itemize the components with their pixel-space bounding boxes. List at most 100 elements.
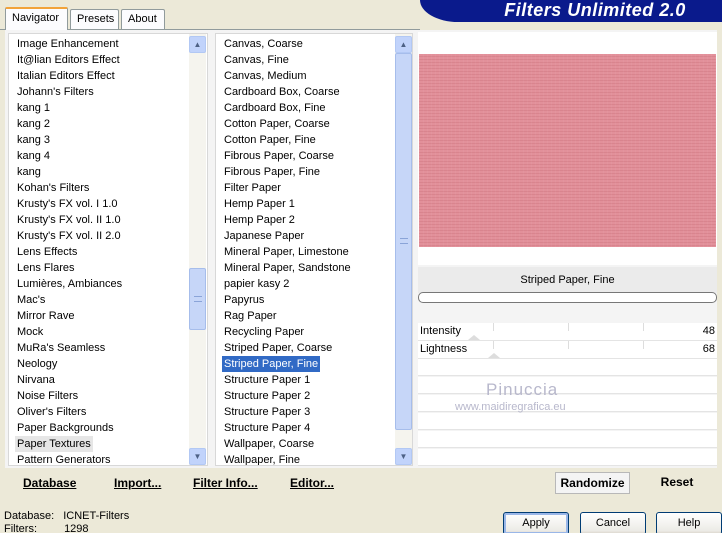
- list-item[interactable]: Cotton Paper, Fine: [222, 132, 318, 148]
- filter-list[interactable]: Canvas, Coarse Canvas, Fine Canvas, Medium…: [215, 33, 413, 466]
- reset-button[interactable]: Reset: [648, 472, 706, 494]
- param-empty-row: [418, 413, 717, 430]
- apply-button[interactable]: Apply: [503, 512, 569, 533]
- list-item[interactable]: Mirror Rave: [15, 308, 76, 324]
- list-item[interactable]: Krusty's FX vol. II 1.0: [15, 212, 123, 228]
- list-item[interactable]: Cardboard Box, Coarse: [222, 84, 342, 100]
- database-button[interactable]: Database: [23, 476, 76, 490]
- grip-icon: [194, 296, 202, 302]
- list-item[interactable]: Structure Paper 1: [222, 372, 312, 388]
- list-item[interactable]: Cotton Paper, Coarse: [222, 116, 332, 132]
- list-item[interactable]: Hemp Paper 2: [222, 212, 297, 228]
- watermark-name: Pinuccia: [486, 380, 559, 399]
- database-label: Database:: [4, 510, 55, 522]
- list-item[interactable]: Krusty's FX vol. I 1.0: [15, 196, 120, 212]
- param-empty-row: [418, 359, 717, 376]
- scroll-up-icon[interactable]: ▲: [395, 36, 412, 53]
- param-intensity[interactable]: Intensity 48: [418, 323, 717, 341]
- list-item[interactable]: Lens Flares: [15, 260, 76, 276]
- list-item[interactable]: Pattern Generators: [15, 452, 113, 465]
- list-item[interactable]: Krusty's FX vol. II 2.0: [15, 228, 123, 244]
- database-status: Database: ICNET-Filters: [4, 510, 129, 522]
- list-item[interactable]: Lumières, Ambiances: [15, 276, 124, 292]
- list-item[interactable]: kang: [15, 164, 43, 180]
- scroll-thumb[interactable]: [395, 53, 412, 430]
- list-item[interactable]: Mineral Paper, Sandstone: [222, 260, 353, 276]
- param-empty-row: [418, 377, 717, 394]
- list-item[interactable]: Wallpaper, Coarse: [222, 436, 316, 452]
- list-item[interactable]: Lens Effects: [15, 244, 79, 260]
- scroll-down-icon[interactable]: ▼: [395, 448, 412, 465]
- list-item[interactable]: kang 3: [15, 132, 52, 148]
- filter-scrollbar[interactable]: ▲ ▼: [395, 34, 412, 465]
- cancel-button[interactable]: Cancel: [580, 512, 646, 533]
- list-item[interactable]: Papyrus: [222, 292, 266, 308]
- list-item[interactable]: Canvas, Coarse: [222, 36, 305, 52]
- list-item[interactable]: Hemp Paper 1: [222, 196, 297, 212]
- slider-thumb-icon[interactable]: [468, 335, 480, 340]
- list-item[interactable]: Striped Paper, Coarse: [222, 340, 334, 356]
- list-item[interactable]: Canvas, Medium: [222, 68, 309, 84]
- preview-filter-name: Striped Paper, Fine: [418, 267, 717, 293]
- list-item[interactable]: kang 2: [15, 116, 52, 132]
- slider-tick: [568, 323, 569, 331]
- slider-tick: [493, 323, 494, 331]
- list-item[interactable]: Striped Paper, Fine: [222, 356, 321, 372]
- param-empty-row: [418, 431, 717, 448]
- list-item[interactable]: kang 4: [15, 148, 52, 164]
- list-item[interactable]: Paper Textures: [15, 436, 93, 452]
- list-item[interactable]: Image Enhancement: [15, 36, 121, 52]
- list-item[interactable]: Recycling Paper: [222, 324, 306, 340]
- preview-image[interactable]: [419, 54, 716, 247]
- scroll-down-icon[interactable]: ▼: [189, 448, 206, 465]
- list-item[interactable]: Fibrous Paper, Coarse: [222, 148, 336, 164]
- list-item[interactable]: Fibrous Paper, Fine: [222, 164, 322, 180]
- list-item[interactable]: Neology: [15, 356, 59, 372]
- list-item[interactable]: Structure Paper 3: [222, 404, 312, 420]
- param-lightness[interactable]: Lightness 68: [418, 341, 717, 359]
- list-item[interactable]: It@lian Editors Effect: [15, 52, 122, 68]
- list-item[interactable]: Noise Filters: [15, 388, 80, 404]
- list-item[interactable]: Structure Paper 2: [222, 388, 312, 404]
- list-item[interactable]: Rag Paper: [222, 308, 279, 324]
- list-item[interactable]: papier kasy 2: [222, 276, 291, 292]
- tab-presets[interactable]: Presets: [70, 9, 119, 29]
- list-item[interactable]: Kohan's Filters: [15, 180, 91, 196]
- list-item[interactable]: Mac's: [15, 292, 47, 308]
- list-item[interactable]: Italian Editors Effect: [15, 68, 117, 84]
- list-item[interactable]: Mineral Paper, Limestone: [222, 244, 351, 260]
- slider-thumb-icon[interactable]: [488, 353, 500, 358]
- editor-button[interactable]: Editor...: [290, 476, 334, 490]
- list-item[interactable]: Paper Backgrounds: [15, 420, 116, 436]
- list-item[interactable]: Nirvana: [15, 372, 57, 388]
- slider-tick: [643, 323, 644, 331]
- list-item[interactable]: Oliver's Filters: [15, 404, 88, 420]
- param-label: Intensity: [420, 325, 461, 337]
- import-button[interactable]: Import...: [114, 476, 161, 490]
- category-list[interactable]: Image Enhancement It@lian Editors Effect I…: [8, 33, 208, 466]
- list-item[interactable]: Wallpaper, Fine: [222, 452, 302, 465]
- param-value: 48: [702, 325, 715, 337]
- list-item[interactable]: Johann's Filters: [15, 84, 96, 100]
- help-button[interactable]: Help: [656, 512, 722, 533]
- list-item[interactable]: kang 1: [15, 100, 52, 116]
- list-item[interactable]: Mock: [15, 324, 45, 340]
- filters-value: 1298: [64, 523, 89, 533]
- list-item[interactable]: MuRa's Seamless: [15, 340, 107, 356]
- filters-status: Filters: 1298: [4, 523, 89, 533]
- tab-navigator[interactable]: Navigator: [5, 7, 68, 30]
- list-item[interactable]: Cardboard Box, Fine: [222, 100, 328, 116]
- scroll-thumb[interactable]: [189, 268, 206, 330]
- randomize-button[interactable]: Randomize: [555, 472, 630, 494]
- list-item[interactable]: Filter Paper: [222, 180, 283, 196]
- tab-about[interactable]: About: [121, 9, 165, 29]
- list-item[interactable]: Canvas, Fine: [222, 52, 291, 68]
- param-empty-row: [418, 449, 717, 466]
- slider-tick: [493, 341, 494, 349]
- progress-bar: [418, 292, 717, 303]
- filter-info-button[interactable]: Filter Info...: [193, 476, 258, 490]
- list-item[interactable]: Structure Paper 4: [222, 420, 312, 436]
- category-scrollbar[interactable]: ▲ ▼: [189, 34, 206, 465]
- scroll-up-icon[interactable]: ▲: [189, 36, 206, 53]
- list-item[interactable]: Japanese Paper: [222, 228, 306, 244]
